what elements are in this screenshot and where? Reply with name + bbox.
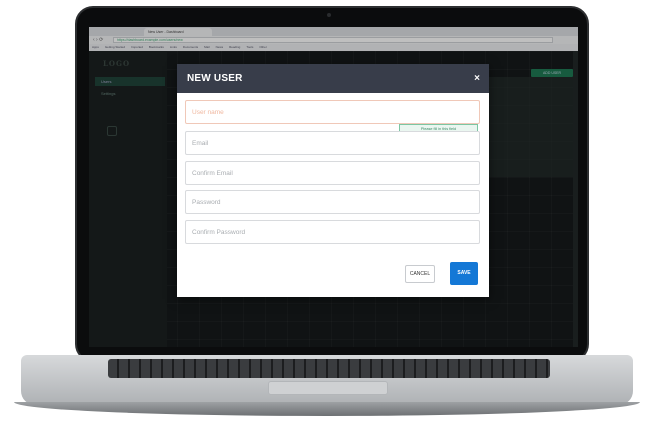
close-icon[interactable]: × — [474, 64, 480, 93]
modal-title: NEW USER — [187, 73, 243, 84]
webcam — [327, 13, 331, 17]
modal-header: NEW USER × — [177, 64, 489, 93]
cancel-button[interactable]: CANCEL — [405, 265, 435, 283]
save-button[interactable]: SAVE — [450, 262, 478, 285]
new-user-modal: NEW USER × Please fill in this field CAN… — [177, 64, 489, 297]
confirm-password-input[interactable] — [185, 220, 480, 244]
laptop-base-edge — [14, 402, 640, 416]
password-input[interactable] — [185, 190, 480, 214]
keyboard — [108, 359, 550, 378]
laptop-screen: New User - Dashboard ‹ › ⟳ https://dashb… — [89, 27, 578, 347]
trackpad — [268, 381, 388, 395]
username-input[interactable] — [185, 100, 480, 124]
laptop-frame: New User - Dashboard ‹ › ⟳ https://dashb… — [0, 0, 654, 426]
confirm-email-input[interactable] — [185, 161, 480, 185]
email-input[interactable] — [185, 131, 480, 155]
